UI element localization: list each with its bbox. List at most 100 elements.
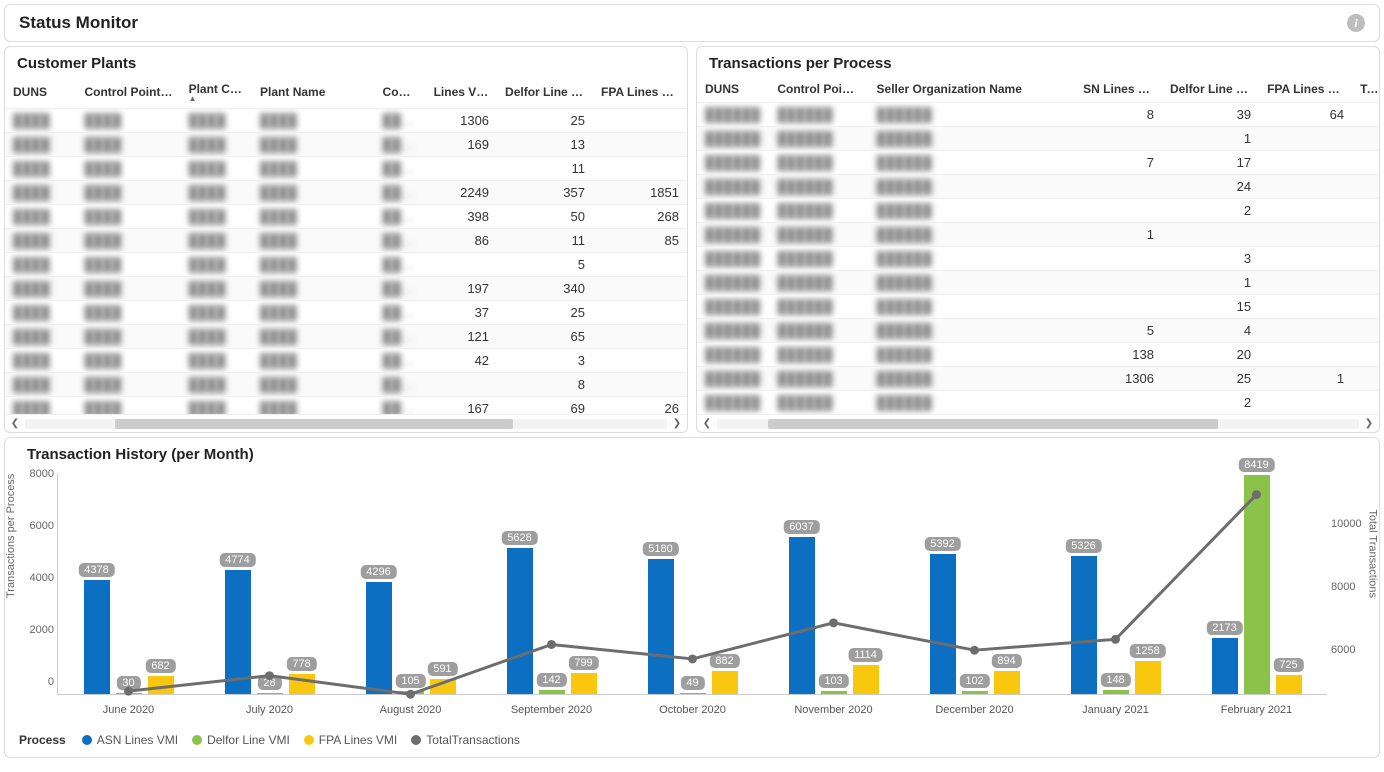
column-header[interactable]: To <box>1352 76 1379 103</box>
column-header[interactable]: SN Lines VMI <box>1075 76 1162 103</box>
bar[interactable]: 28 <box>257 473 283 694</box>
table-row[interactable]: ██████████████████83964 <box>697 103 1379 127</box>
table-row[interactable]: ████████████████████22493571851 <box>5 181 687 205</box>
bar[interactable]: 8419 <box>1244 473 1270 694</box>
transactions-hscroll[interactable]: ❮ ❯ <box>697 414 1379 432</box>
table-row[interactable]: ████████████████████5 <box>5 253 687 277</box>
table-row[interactable]: ██████████████████1 <box>697 127 1379 151</box>
table-row[interactable]: ██████████████████1 <box>697 223 1379 247</box>
bar[interactable]: 2173 <box>1212 473 1238 694</box>
table-row[interactable]: ████████████████████1676926 <box>5 397 687 415</box>
column-header[interactable]: Control Point ID <box>769 76 868 103</box>
table-row[interactable]: ██████████████████13820 <box>697 343 1379 367</box>
customer-plants-table-scroll[interactable]: DUNSControl Point IDPlant Code▲Plant Nam… <box>5 76 687 414</box>
bar[interactable]: 5392 <box>930 473 956 694</box>
bar-label: 142 <box>536 673 566 687</box>
bar[interactable]: 103 <box>821 473 847 694</box>
bar-label: 882 <box>709 654 739 668</box>
y-tick-right: 10000 <box>1331 518 1371 530</box>
bar[interactable]: 102 <box>962 473 988 694</box>
bar[interactable]: 725 <box>1276 473 1302 694</box>
column-header[interactable]: Country <box>375 76 426 109</box>
column-header[interactable]: Delfor Line VMI <box>497 76 593 109</box>
x-category: June 2020 <box>58 704 199 716</box>
bar-group: 4774 28 778 <box>199 473 340 694</box>
table-row[interactable]: ██████████████████24 <box>697 175 1379 199</box>
transaction-history-chart[interactable]: Transactions per Process Total Transacti… <box>15 473 1369 723</box>
table-row[interactable]: ████████████████████16913 <box>5 133 687 157</box>
bar[interactable]: 1114 <box>853 473 879 694</box>
table-row[interactable]: ████████████████████39850268 <box>5 205 687 229</box>
transactions-table-scroll[interactable]: DUNSControl Point IDSeller Organization … <box>697 76 1379 414</box>
scroll-right-icon[interactable]: ❯ <box>1359 418 1379 429</box>
table-row[interactable]: ████████████████████12165 <box>5 325 687 349</box>
bar[interactable]: 148 <box>1103 473 1129 694</box>
table-row[interactable]: ██████████████████1306251 <box>697 367 1379 391</box>
table-row[interactable]: ████████████████████197340 <box>5 277 687 301</box>
scroll-left-icon[interactable]: ❮ <box>5 418 25 429</box>
column-header[interactable]: FPA Lines VMI <box>1259 76 1352 103</box>
column-header[interactable]: Control Point ID <box>76 76 180 109</box>
info-icon[interactable]: i <box>1347 14 1365 32</box>
bar-group: 518049882 <box>622 473 763 694</box>
table-row[interactable]: ██████████████████1 <box>697 271 1379 295</box>
table-row[interactable]: ██████████████████54 <box>697 319 1379 343</box>
legend-item-total[interactable]: TotalTransactions <box>411 733 520 747</box>
bar[interactable]: 682 <box>148 473 174 694</box>
table-row[interactable]: ██████████████████3 <box>697 247 1379 271</box>
y-tick: 2000 <box>18 624 54 636</box>
table-row[interactable]: ████████████████████8 <box>5 373 687 397</box>
bar[interactable]: 49 <box>680 473 706 694</box>
bar[interactable]: 4378 <box>84 473 110 694</box>
bar-group: 4296105591 <box>340 473 481 694</box>
bar[interactable]: 4296 <box>366 473 392 694</box>
bar[interactable]: 5180 <box>648 473 674 694</box>
table-row[interactable]: ████████████████████11 <box>5 157 687 181</box>
column-header[interactable]: Plant Name <box>252 76 375 109</box>
bar[interactable]: 882 <box>712 473 738 694</box>
legend-item-fpa[interactable]: FPA Lines VMI <box>304 733 397 747</box>
column-header[interactable]: Seller Organization Name <box>869 76 1076 103</box>
bar[interactable]: 142 <box>539 473 565 694</box>
column-header[interactable]: Lines VMI <box>426 76 497 109</box>
table-row[interactable]: ████████████████████130625 <box>5 109 687 133</box>
y-tick: 0 <box>18 676 54 688</box>
bar[interactable]: 6037 <box>789 473 815 694</box>
table-row[interactable]: ██████████████████2 <box>697 391 1379 415</box>
bar-label: 30 <box>116 676 140 690</box>
bar[interactable]: 5628 <box>507 473 533 694</box>
bar[interactable]: 778 <box>289 473 315 694</box>
bar-label: 4378 <box>78 563 114 577</box>
customer-plants-hscroll[interactable]: ❮ ❯ <box>5 414 687 432</box>
bar-group: 4378 30 682 <box>58 473 199 694</box>
bar[interactable]: 591 <box>430 473 456 694</box>
scroll-right-icon[interactable]: ❯ <box>667 418 687 429</box>
table-row[interactable]: ████████████████████861185 <box>5 229 687 253</box>
column-header[interactable]: DUNS <box>5 76 76 109</box>
scroll-left-icon[interactable]: ❮ <box>697 418 717 429</box>
bar[interactable]: 894 <box>994 473 1020 694</box>
column-header[interactable]: Plant Code▲ <box>181 76 252 109</box>
column-header[interactable]: DUNS <box>697 76 769 103</box>
column-header[interactable]: FPA Lines VMI <box>593 76 687 109</box>
customer-plants-title: Customer Plants <box>5 47 687 76</box>
legend-item-delfor[interactable]: Delfor Line VMI <box>192 733 290 747</box>
bar[interactable]: 30 <box>116 473 142 694</box>
bar-label: 28 <box>257 676 281 690</box>
table-row[interactable]: ████████████████████3725 <box>5 301 687 325</box>
column-header[interactable]: Delfor Line VMI <box>1162 76 1259 103</box>
bar-label: 5392 <box>924 537 960 551</box>
table-row[interactable]: ██████████████████2 <box>697 199 1379 223</box>
bar[interactable]: 105 <box>398 473 424 694</box>
customer-plants-table: DUNSControl Point IDPlant Code▲Plant Nam… <box>5 76 687 414</box>
table-row[interactable]: ████████████████████423 <box>5 349 687 373</box>
table-row[interactable]: ██████████████████717 <box>697 151 1379 175</box>
legend-item-asn[interactable]: ASN Lines VMI <box>82 733 178 747</box>
customer-plants-panel: Customer Plants DUNSControl Point IDPlan… <box>4 46 688 433</box>
x-category: January 2021 <box>1045 704 1186 716</box>
bar[interactable]: 4774 <box>225 473 251 694</box>
bar[interactable]: 5326 <box>1071 473 1097 694</box>
bar[interactable]: 1258 <box>1135 473 1161 694</box>
table-row[interactable]: ██████████████████15 <box>697 295 1379 319</box>
bar[interactable]: 799 <box>571 473 597 694</box>
